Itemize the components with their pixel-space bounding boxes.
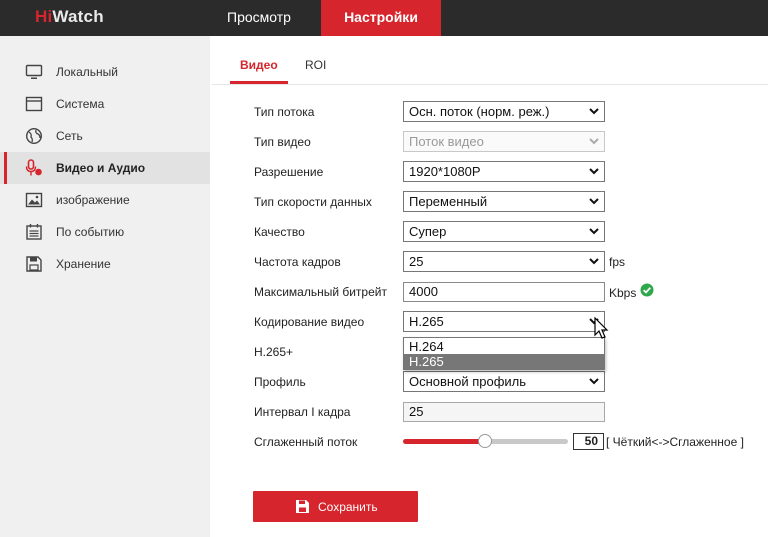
sidebar-item-label: изображение [56, 193, 130, 207]
check-circle-icon [640, 283, 654, 297]
chevron-down-icon [589, 108, 599, 115]
sidebar-item-label: Локальный [56, 65, 118, 79]
sidebar-item-label: Сеть [56, 129, 83, 143]
sidebar-item-label: По событию [56, 225, 125, 239]
sidebar-item-label: Хранение [56, 257, 111, 271]
sidebar-item-video-audio[interactable]: Видео и Аудио [0, 152, 210, 184]
stream-type-label: Тип потока [254, 105, 315, 119]
video-encoding-dropdown-list: H.264 H.265 [403, 337, 605, 370]
frame-rate-value: 25 [409, 254, 424, 269]
iframe-interval-input[interactable]: 25 [403, 402, 605, 422]
profile-select[interactable]: Основной профиль [403, 371, 605, 392]
frame-rate-label: Частота кадров [254, 255, 341, 269]
sidebar-item-label: Система [56, 97, 105, 111]
tab-video[interactable]: Видео [240, 58, 278, 72]
window-icon [25, 96, 43, 112]
sidebar-item-label: Видео и Аудио [56, 161, 146, 175]
sidebar-item-storage[interactable]: Хранение [0, 248, 210, 280]
smoothing-slider-thumb[interactable] [478, 434, 492, 448]
smoothing-label: Сглаженный поток [254, 435, 358, 449]
save-button[interactable]: Сохранить [253, 491, 418, 522]
video-encoding-value: H.265 [409, 314, 444, 329]
save-disk-icon [26, 256, 42, 272]
bitrate-type-label: Тип скорости данных [254, 195, 372, 209]
max-bitrate-input[interactable]: 4000 [403, 282, 605, 302]
smoothing-range-label: [ Чёткий<->Сглаженное ] [606, 435, 744, 449]
tab-live-view[interactable]: Просмотр [210, 0, 308, 36]
calendar-icon [26, 224, 42, 240]
video-encoding-select[interactable]: H.265 [403, 311, 605, 332]
mouse-cursor-icon [594, 317, 609, 339]
sidebar: Локальный Система Сеть Видео и Аудио изо… [0, 36, 210, 537]
dropdown-option-h265[interactable]: H.265 [404, 354, 604, 369]
max-bitrate-label: Максимальный битрейт [254, 285, 387, 299]
smoothing-value-box[interactable]: 50 [573, 433, 604, 450]
chevron-down-icon [589, 198, 599, 205]
bitrate-type-select[interactable]: Переменный [403, 191, 605, 212]
tab-roi[interactable]: ROI [305, 58, 326, 72]
video-type-select: Поток видео [403, 131, 605, 152]
chevron-down-icon [589, 228, 599, 235]
profile-label: Профиль [254, 375, 306, 389]
iframe-interval-value: 25 [409, 404, 424, 419]
tab-settings[interactable]: Настройки [321, 0, 441, 36]
save-disk-icon [296, 500, 309, 513]
chevron-down-icon [589, 378, 599, 385]
video-encoding-label: Кодирование видео [254, 315, 365, 329]
resolution-label: Разрешение [254, 165, 324, 179]
sidebar-item-system[interactable]: Система [0, 88, 210, 120]
max-bitrate-value: 4000 [409, 284, 438, 299]
frame-rate-select[interactable]: 25 [403, 251, 605, 272]
smoothing-slider-fill[interactable] [403, 439, 485, 444]
quality-select[interactable]: Супер [403, 221, 605, 242]
image-icon [25, 192, 43, 208]
video-type-value: Поток видео [409, 134, 484, 149]
stream-type-value: Осн. поток (норм. реж.) [409, 104, 550, 119]
quality-label: Качество [254, 225, 305, 239]
microphone-icon [25, 159, 42, 176]
profile-value: Основной профиль [409, 374, 527, 389]
chevron-down-icon [589, 168, 599, 175]
iframe-interval-label: Интервал I кадра [254, 405, 351, 419]
save-button-label: Сохранить [318, 500, 378, 514]
chevron-down-icon [589, 138, 599, 145]
resolution-select[interactable]: 1920*1080P [403, 161, 605, 182]
h265plus-label: H.265+ [254, 345, 294, 359]
video-type-label: Тип видео [254, 135, 311, 149]
bitrate-type-value: Переменный [409, 194, 488, 209]
tab-divider [212, 84, 768, 85]
smoothing-slider-track[interactable] [485, 439, 568, 444]
chevron-down-icon [589, 258, 599, 265]
logo-watch: Watch [52, 7, 104, 26]
max-bitrate-unit: Kbps [609, 286, 637, 300]
frame-rate-unit: fps [609, 255, 626, 269]
quality-value: Супер [409, 224, 447, 239]
dropdown-option-h264[interactable]: H.264 [404, 339, 604, 354]
sidebar-item-network[interactable]: Сеть [0, 120, 210, 152]
monitor-icon [25, 64, 43, 79]
sidebar-item-local[interactable]: Локальный [0, 56, 210, 88]
resolution-value: 1920*1080P [409, 164, 481, 179]
stream-type-select[interactable]: Осн. поток (норм. реж.) [403, 101, 605, 122]
sidebar-item-event[interactable]: По событию [0, 216, 210, 248]
sidebar-item-image[interactable]: изображение [0, 184, 210, 216]
logo-hi: Hi [35, 7, 53, 26]
hiwatch-logo: HiWatch [35, 7, 104, 27]
globe-icon [25, 127, 43, 145]
top-bar: HiWatch Просмотр Настройки [0, 0, 768, 36]
